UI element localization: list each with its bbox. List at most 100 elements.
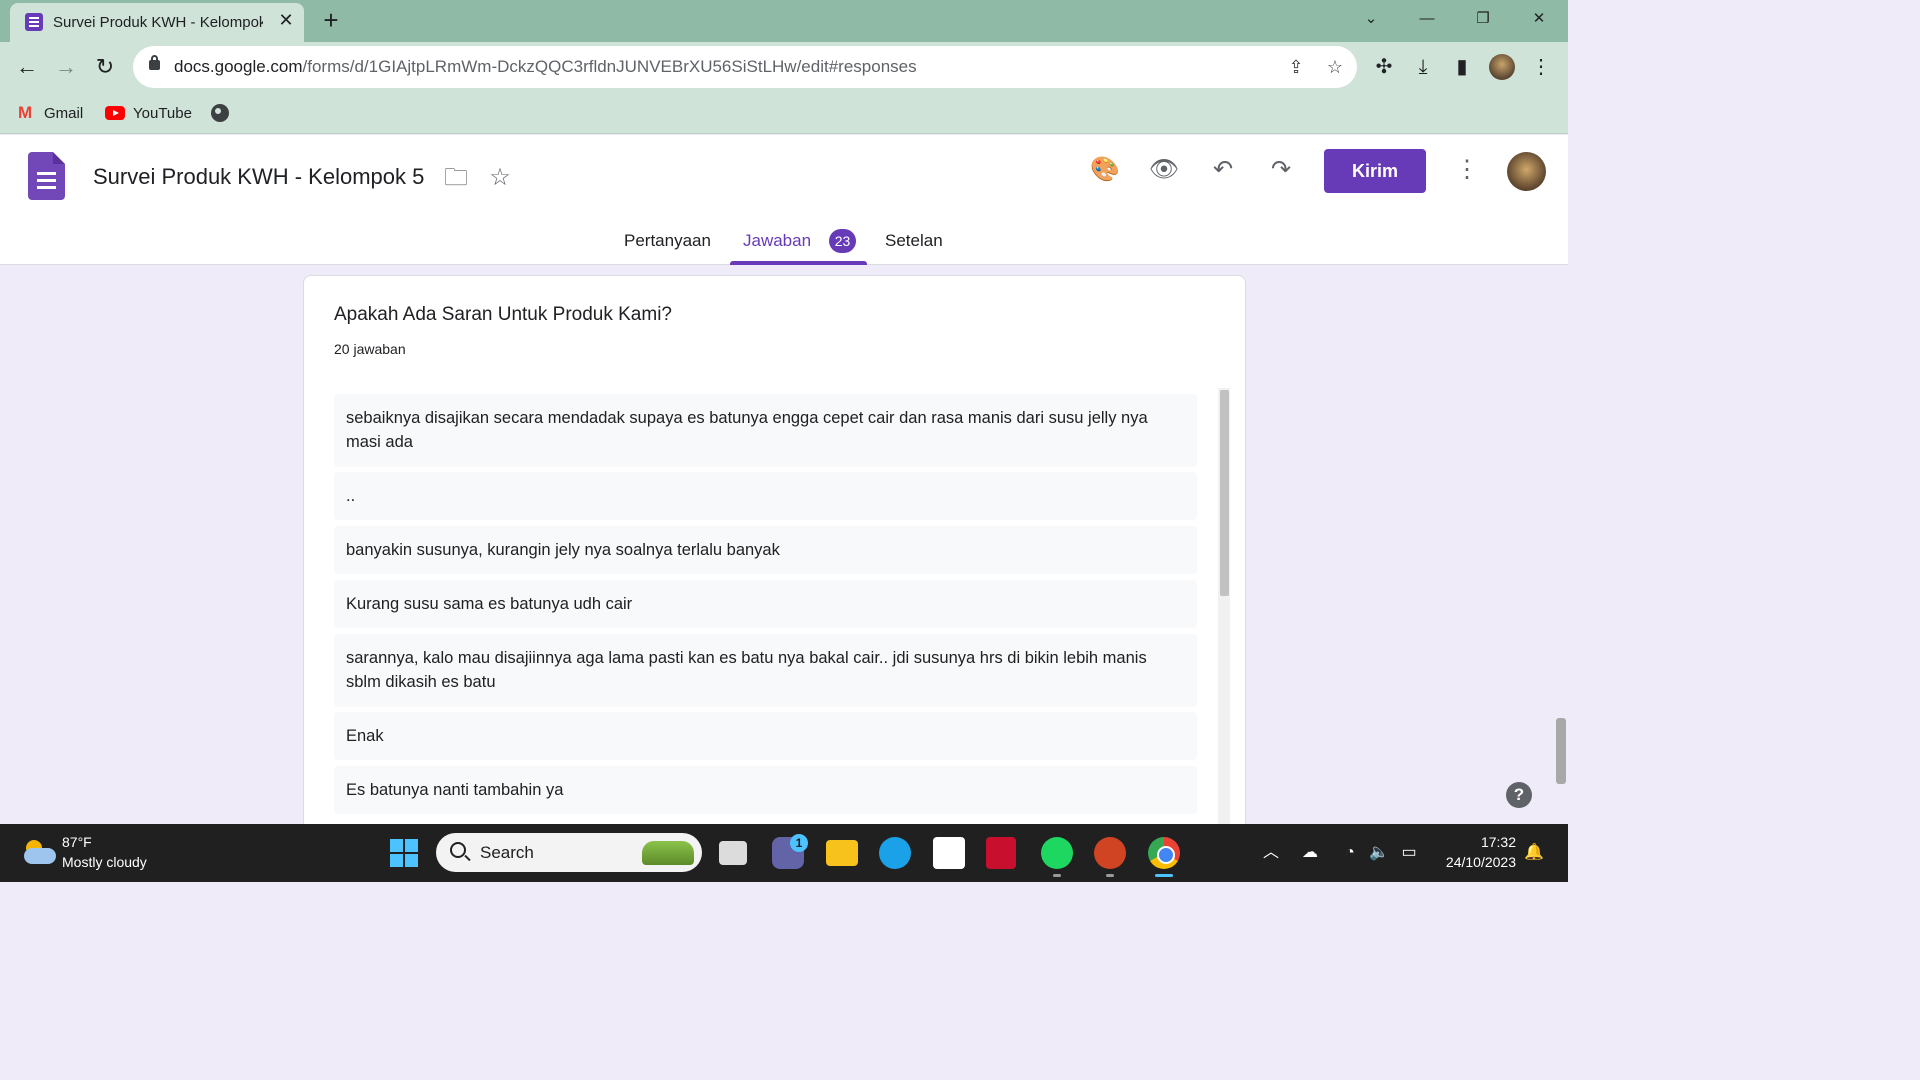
- send-button[interactable]: Kirim: [1324, 149, 1426, 193]
- restore-window-icon[interactable]: ❐: [1466, 4, 1500, 34]
- answer-count: 20 jawaban: [334, 341, 406, 357]
- notification-bell-icon[interactable]: 🔔: [1524, 844, 1544, 862]
- spotify-icon[interactable]: [1041, 837, 1073, 869]
- minimize-window-icon[interactable]: —: [1410, 4, 1444, 34]
- response-item: ..: [334, 472, 1197, 520]
- windows-start-icon[interactable]: [390, 839, 418, 867]
- bookmark-gmail-label: Gmail: [44, 104, 84, 122]
- browser-toolbar: ← → ↻ docs.google.com/forms/d/1GIAjtpLRm…: [0, 42, 1568, 92]
- weather-temperature[interactable]: 87°F: [62, 834, 92, 850]
- volume-icon[interactable]: 🔈: [1368, 842, 1390, 864]
- new-tab-icon[interactable]: +: [318, 6, 344, 34]
- show-hidden-icons-chevron-icon[interactable]: ︿: [1260, 842, 1282, 864]
- chrome-icon[interactable]: [1148, 837, 1180, 869]
- back-arrow-icon[interactable]: ←: [14, 54, 40, 80]
- response-item: sebaiknya disajikan secara mendadak supa…: [334, 394, 1197, 467]
- url-text[interactable]: docs.google.com/forms/d/1GIAjtpLRmWm-Dck…: [174, 57, 917, 77]
- share-icon[interactable]: ⇪: [1285, 56, 1307, 78]
- browser-menu-icon[interactable]: ⋮: [1528, 54, 1554, 80]
- chat-notification-badge: 1: [790, 834, 808, 852]
- forward-arrow-icon[interactable]: →: [53, 54, 79, 80]
- url-path: /forms/d/1GIAjtpLRmWm-DckzQQC3rfldnJUNVE…: [302, 57, 917, 76]
- bookmark-gmail[interactable]: Gmail: [18, 102, 83, 124]
- weather-cloud: [24, 848, 56, 864]
- redo-icon[interactable]: ↷: [1264, 153, 1298, 187]
- response-count-badge: 23: [829, 229, 856, 253]
- tab-questions[interactable]: Pertanyaan: [624, 215, 711, 265]
- response-item: Kurang susu sama es batunya udh cair: [334, 580, 1197, 628]
- gmail-icon: [18, 103, 36, 123]
- form-tabs: Pertanyaan Jawaban 23 Setelan: [0, 215, 1568, 265]
- close-tab-icon[interactable]: ✕: [275, 9, 297, 31]
- tab-responses[interactable]: Jawaban: [743, 215, 811, 265]
- powerpoint-running-indicator: [1106, 874, 1114, 877]
- clock-date[interactable]: 24/10/2023: [1438, 854, 1516, 870]
- task-view-icon[interactable]: [719, 841, 747, 865]
- spotify-running-indicator: [1053, 874, 1061, 877]
- bookmark-youtube[interactable]: YouTube: [105, 102, 192, 124]
- wifi-icon[interactable]: ◔: [1339, 842, 1361, 864]
- clock-time[interactable]: 17:32: [1440, 834, 1516, 850]
- browser-tabstrip: Survei Produk KWH - Kelompok 5 ✕ + ⌄ — ❐…: [0, 0, 1568, 42]
- side-panel-icon[interactable]: ▮: [1449, 54, 1475, 80]
- edge-browser-icon[interactable]: [879, 837, 911, 869]
- url-host: docs.google.com: [174, 57, 303, 76]
- mcafee-icon[interactable]: [986, 837, 1016, 869]
- powerpoint-icon[interactable]: [1094, 837, 1126, 869]
- active-tab-indicator: [730, 261, 867, 265]
- question-summary-card: Apakah Ada Saran Untuk Produk Kami? 20 j…: [303, 275, 1246, 836]
- account-avatar[interactable]: [1507, 152, 1546, 191]
- forms-header: Survei Produk KWH - Kelompok 5 🗀 ☆ 🎨 👁 ↶…: [0, 135, 1568, 265]
- file-explorer-icon[interactable]: [826, 840, 858, 866]
- star-icon[interactable]: ☆: [483, 161, 517, 195]
- start-tile: [390, 854, 403, 867]
- tab-search-chevron-icon[interactable]: ⌄: [1354, 4, 1388, 34]
- extensions-puzzle-icon[interactable]: ✣: [1371, 54, 1397, 80]
- preview-eye-icon[interactable]: 👁: [1147, 153, 1181, 187]
- bookmark-globe[interactable]: [211, 102, 229, 124]
- response-item: Es batunya nanti tambahin ya: [334, 766, 1197, 814]
- reload-icon[interactable]: ↻: [92, 54, 118, 80]
- globe-icon: [211, 104, 229, 122]
- response-item: Enak: [334, 712, 1197, 760]
- move-to-folder-icon[interactable]: 🗀: [439, 161, 473, 195]
- logo-line: [37, 172, 56, 175]
- browser-tab-active[interactable]: Survei Produk KWH - Kelompok 5 ✕: [10, 3, 304, 42]
- google-forms-logo-icon[interactable]: [28, 152, 65, 200]
- onedrive-cloud-icon[interactable]: ☁: [1299, 842, 1321, 864]
- logo-line: [37, 179, 56, 182]
- bookmarks-bar: Gmail YouTube: [0, 92, 1568, 134]
- form-title[interactable]: Survei Produk KWH - Kelompok 5: [93, 164, 424, 190]
- logo-line: [37, 186, 56, 189]
- help-icon[interactable]: ?: [1506, 782, 1532, 808]
- address-bar[interactable]: docs.google.com/forms/d/1GIAjtpLRmWm-Dck…: [133, 46, 1357, 88]
- taskbar-search-label: Search: [480, 843, 534, 862]
- start-tile: [405, 854, 418, 867]
- youtube-icon: [105, 106, 125, 120]
- chrome-active-indicator: [1155, 874, 1173, 877]
- weather-description[interactable]: Mostly cloudy: [62, 854, 147, 870]
- palette-icon[interactable]: 🎨: [1088, 153, 1122, 187]
- bookmark-youtube-label: YouTube: [133, 104, 192, 122]
- response-item: banyakin susunya, kurangin jely nya soal…: [334, 526, 1197, 574]
- question-title: Apakah Ada Saran Untuk Produk Kami?: [334, 304, 672, 325]
- taskbar-search-box[interactable]: Search: [436, 833, 702, 872]
- search-highlight-image: [642, 841, 694, 865]
- lock-icon[interactable]: [149, 55, 160, 70]
- weather-cloudy-icon[interactable]: [22, 838, 56, 866]
- more-options-icon[interactable]: ⋮: [1450, 153, 1484, 187]
- tab-settings[interactable]: Setelan: [885, 215, 943, 265]
- page-scrollbar-thumb[interactable]: [1556, 718, 1566, 784]
- download-icon[interactable]: ⤓: [1410, 54, 1436, 80]
- profile-avatar[interactable]: [1489, 54, 1515, 80]
- response-item: sarannya, kalo mau disajiinnya aga lama …: [334, 634, 1197, 707]
- google-forms-favicon-icon: [25, 13, 43, 31]
- microsoft-store-icon[interactable]: [933, 837, 965, 869]
- battery-icon[interactable]: ▭: [1398, 842, 1420, 864]
- search-icon: [450, 842, 466, 858]
- responses-scrollbar-thumb[interactable]: [1220, 390, 1229, 596]
- windows-taskbar: 87°F Mostly cloudy Search 1 ︿ ☁ ◔ 🔈 ▭ 17…: [0, 824, 1568, 882]
- undo-icon[interactable]: ↶: [1206, 153, 1240, 187]
- bookmark-star-icon[interactable]: ☆: [1324, 56, 1346, 78]
- close-window-icon[interactable]: ✕: [1522, 4, 1556, 34]
